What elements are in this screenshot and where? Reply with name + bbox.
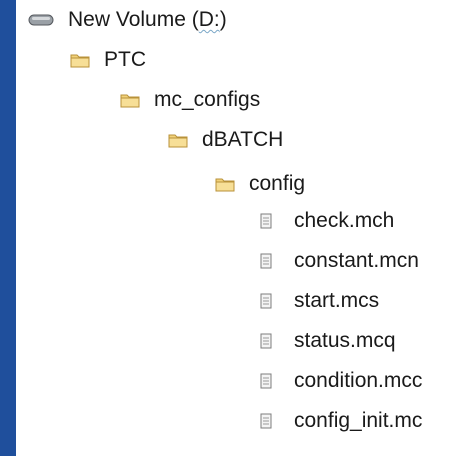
folder-icon [120,92,140,108]
folder-tree: New Volume (D:) PTC mc_configs dBATCH co… [0,0,469,456]
folder-icon [215,176,235,192]
file-label: start.mcs [294,289,380,312]
file-icon [260,373,272,389]
tree-item-file[interactable]: constant.mcn [260,243,419,279]
folder-label: PTC [104,48,146,71]
file-icon [260,213,272,229]
tree-item-config[interactable]: config [215,166,305,202]
tree-item-dbatch[interactable]: dBATCH [168,122,283,158]
file-icon [260,293,272,309]
file-label: check.mch [294,209,395,232]
folder-label: mc_configs [154,88,261,111]
tree-item-drive[interactable]: New Volume (D:) [28,2,227,38]
tree-item-file[interactable]: config_init.mc [260,403,422,439]
folder-label: dBATCH [202,128,284,151]
file-label: status.mcq [294,329,396,352]
folder-icon [168,132,188,148]
file-icon [260,333,272,349]
file-label: constant.mcn [294,249,419,272]
folder-icon [70,52,90,68]
tree-item-file[interactable]: start.mcs [260,283,379,319]
tree-item-mc-configs[interactable]: mc_configs [120,82,260,118]
folder-label: config [249,172,306,195]
tree-item-ptc[interactable]: PTC [70,42,146,78]
file-icon [260,413,272,429]
file-label: condition.mcc [294,369,423,392]
file-icon [260,253,272,269]
drive-label: New Volume (D:) [68,8,227,31]
file-label: config_init.mc [294,409,423,432]
drive-icon [28,13,54,27]
tree-item-file[interactable]: status.mcq [260,323,396,359]
tree-item-file[interactable]: check.mch [260,203,394,239]
tree-item-file[interactable]: condition.mcc [260,363,422,399]
